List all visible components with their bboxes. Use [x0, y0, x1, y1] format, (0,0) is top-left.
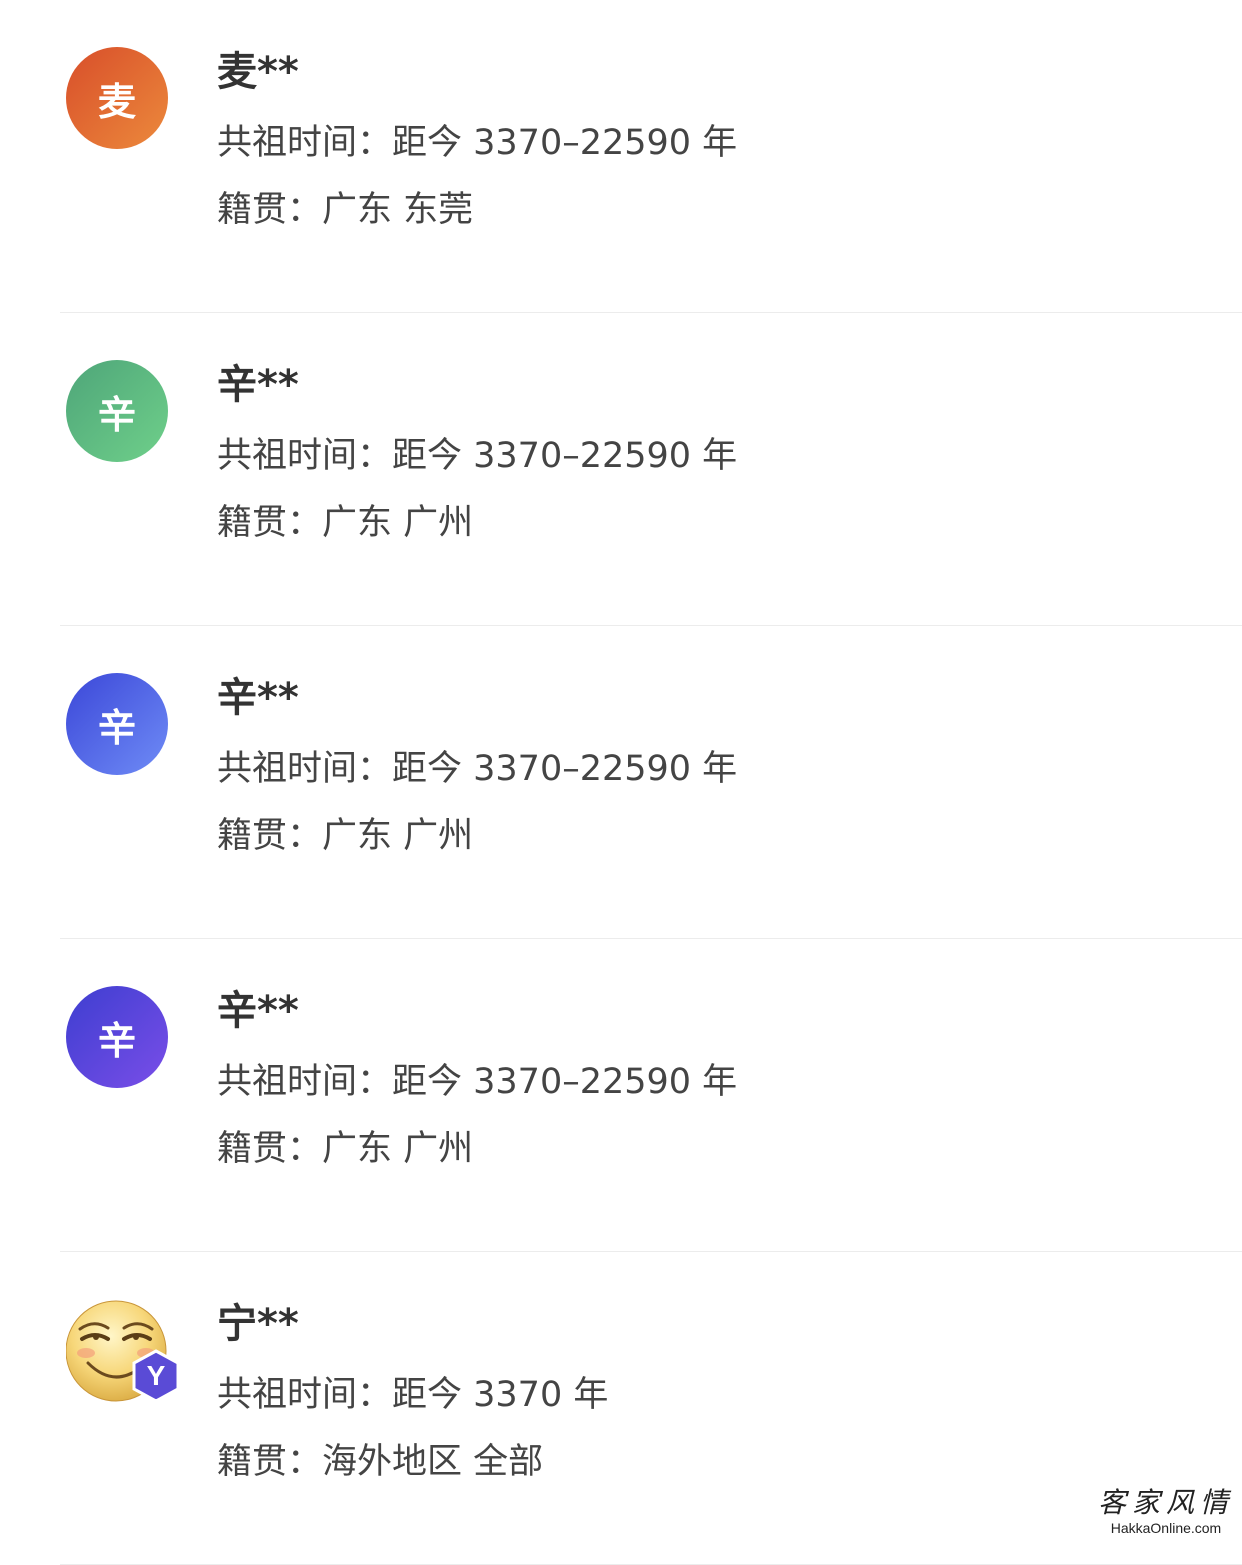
avatar-initial: 辛: [97, 392, 136, 437]
origin-label: 籍贯：: [217, 1129, 323, 1169]
avatar: 辛: [66, 986, 168, 1088]
avatar: 辛: [66, 673, 168, 775]
avatar-initial: 麦: [97, 79, 136, 124]
origin-label: 籍贯：: [217, 503, 323, 543]
list-item[interactable]: 麦 麦** 共祖时间：距今 3370–22590 年 籍贯：广东 东莞: [0, 0, 1242, 313]
origin-value: 广东 广州: [322, 503, 474, 543]
list-item[interactable]: Y 宁** 共祖时间：距今 3370 年 籍贯：海外地区 全部: [0, 1252, 1242, 1565]
user-name: 辛**: [217, 675, 299, 721]
origin-label: 籍贯：: [217, 816, 323, 856]
time-value: 距今 3370–22590 年: [392, 749, 738, 789]
list-item[interactable]: 辛 辛** 共祖时间：距今 3370–22590 年 籍贯：广东 广州: [0, 626, 1242, 939]
origin-value: 广东 东莞: [322, 190, 474, 230]
common-ancestor-time: 共祖时间：距今 3370–22590 年: [217, 1060, 737, 1104]
time-label: 共祖时间：: [217, 123, 393, 163]
avatar: 辛: [66, 360, 168, 462]
native-place: 籍贯：海外地区 全部: [217, 1440, 543, 1484]
origin-label: 籍贯：: [217, 1442, 323, 1482]
smiling-emoji-avatar-icon: Y: [65, 1300, 180, 1403]
user-name: 辛**: [217, 362, 299, 408]
native-place: 籍贯：广东 广州: [217, 1127, 473, 1171]
list-item[interactable]: 辛 辛** 共祖时间：距今 3370–22590 年 籍贯：广东 广州: [0, 939, 1242, 1252]
time-label: 共祖时间：: [217, 749, 393, 789]
native-place: 籍贯：广东 东莞: [217, 188, 473, 232]
common-ancestor-time: 共祖时间：距今 3370 年: [217, 1373, 608, 1417]
avatar-initial: 辛: [97, 705, 136, 750]
common-ancestor-time: 共祖时间：距今 3370–22590 年: [217, 121, 737, 165]
origin-value: 海外地区 全部: [322, 1442, 544, 1482]
watermark-title: 客家风情: [1097, 1486, 1234, 1519]
time-value: 距今 3370–22590 年: [392, 436, 738, 476]
common-ancestor-time: 共祖时间：距今 3370–22590 年: [217, 434, 737, 478]
time-value: 距今 3370–22590 年: [392, 1062, 738, 1102]
watermark-site: HakkaOnline.com: [1110, 1520, 1222, 1536]
match-list: 麦 麦** 共祖时间：距今 3370–22590 年 籍贯：广东 东莞 辛 辛*…: [0, 0, 1242, 1565]
svg-text:Y: Y: [147, 1360, 166, 1391]
time-value: 距今 3370–22590 年: [392, 123, 738, 163]
native-place: 籍贯：广东 广州: [217, 501, 473, 545]
common-ancestor-time: 共祖时间：距今 3370–22590 年: [217, 747, 737, 791]
user-name: 麦**: [217, 49, 299, 95]
avatar-initial: 辛: [97, 1018, 136, 1063]
avatar: 麦: [66, 47, 168, 149]
user-name: 辛**: [217, 988, 299, 1034]
list-item[interactable]: 辛 辛** 共祖时间：距今 3370–22590 年 籍贯：广东 广州: [0, 313, 1242, 626]
time-label: 共祖时间：: [217, 436, 393, 476]
watermark: 客家风情 HakkaOnline.com: [1098, 1486, 1234, 1536]
time-value: 距今 3370 年: [392, 1375, 609, 1415]
origin-label: 籍贯：: [217, 190, 323, 230]
time-label: 共祖时间：: [217, 1062, 393, 1102]
origin-value: 广东 广州: [322, 816, 474, 856]
user-name: 宁**: [217, 1301, 299, 1347]
time-label: 共祖时间：: [217, 1375, 393, 1415]
avatar: Y: [65, 1299, 180, 1403]
native-place: 籍贯：广东 广州: [217, 814, 473, 858]
origin-value: 广东 广州: [322, 1129, 474, 1169]
